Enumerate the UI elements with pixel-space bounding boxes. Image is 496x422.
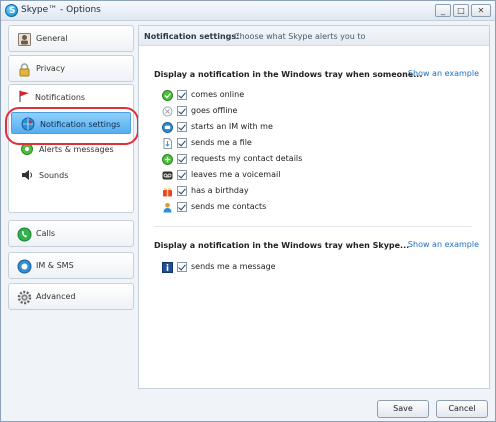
settings-panel: Notification settings: Choose what Skype… [138,25,490,389]
lock-icon [19,63,30,77]
sidebar-item-label: Calls [36,229,56,238]
option-label: comes online [191,90,245,99]
phone-icon [17,227,32,242]
contacts-icon [163,203,172,213]
flag-icon [19,90,29,102]
option-label: has a birthday [191,186,249,195]
sidebar-item-label: Privacy [36,64,65,73]
contact-request-icon [162,154,173,165]
sidebar-item-label: General [36,34,68,43]
option-label: requests my contact details [191,154,303,163]
checkbox[interactable] [177,138,187,148]
checkbox[interactable] [177,122,187,132]
options-window: S Skype™ - Options _ □ ✕ General Privacy [0,0,496,422]
birthday-icon [163,187,172,197]
option-label: sends me contacts [191,202,267,211]
sidebar-item-general[interactable]: General [8,25,134,52]
option-label: sends me a message [191,262,276,271]
sidebar-item-sounds[interactable]: Sounds [11,164,131,186]
general-icon [18,33,31,46]
show-example-link[interactable]: Show an example [408,240,479,249]
sidebar-item-label: IM & SMS [36,261,74,270]
title-bar[interactable]: S Skype™ - Options _ □ ✕ [1,1,495,21]
info-icon [162,262,173,273]
window-title: Skype™ - Options [21,5,101,15]
panel-subtitle: Choose what Skype alerts you to [234,32,366,41]
speaker-icon [22,170,32,180]
maximize-button[interactable]: □ [453,4,469,17]
file-icon [163,138,172,149]
window-controls: _ □ ✕ [435,4,491,17]
checkbox[interactable] [177,90,187,100]
sidebar-item-advanced[interactable]: Advanced [8,283,134,310]
sidebar-item-label: Advanced [36,292,76,301]
show-example-link[interactable]: Show an example [408,69,479,78]
cancel-button[interactable]: Cancel [436,400,488,418]
sidebar-item-label: Alerts & messages [39,145,114,154]
option-label: leaves me a voicemail [191,170,281,179]
section-title: Display a notification in the Windows tr… [154,70,423,79]
option-label: sends me a file [191,138,252,147]
skype-logo-icon: S [5,4,18,17]
online-status-icon [162,90,173,101]
sidebar-item-im-sms[interactable]: IM & SMS [8,252,134,279]
sidebar-item-label: Sounds [39,171,69,180]
panel-header: Notification settings: Choose what Skype… [139,26,489,46]
option-label: starts an IM with me [191,122,273,131]
panel-title: Notification settings: [144,32,240,41]
section-title: Display a notification in the Windows tr… [154,241,410,250]
highlight-annotation [5,107,139,145]
checkbox[interactable] [177,170,187,180]
sidebar-item-calls[interactable]: Calls [8,220,134,247]
sidebar-item-notifications[interactable]: Notifications [9,85,133,105]
option-label: goes offline [191,106,238,115]
close-button[interactable]: ✕ [471,4,491,17]
checkbox[interactable] [177,186,187,196]
checkbox[interactable] [177,106,187,116]
save-button[interactable]: Save [377,400,429,418]
notifications-group: Notifications Notification settings Aler… [8,84,134,213]
chat-bubble-icon [17,259,32,274]
sidebar-item-label: Notifications [35,93,86,102]
checkbox[interactable] [177,154,187,164]
section-divider [154,226,472,227]
sidebar-item-privacy[interactable]: Privacy [8,55,134,82]
chat-icon [162,122,173,133]
offline-status-icon [162,106,173,117]
minimize-button[interactable]: _ [435,4,451,17]
checkbox[interactable] [177,262,187,272]
voicemail-icon [162,171,173,180]
checkbox[interactable] [177,202,187,212]
gear-icon [17,290,32,305]
